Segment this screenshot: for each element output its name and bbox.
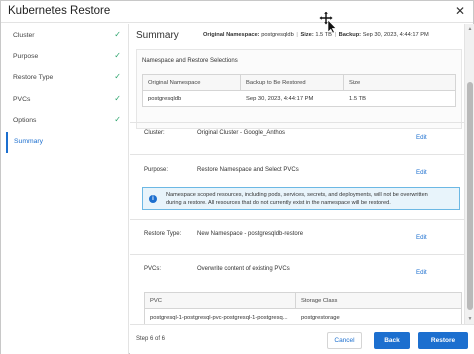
check-icon: ✓ <box>114 30 121 39</box>
backup-label: Backup: <box>338 32 362 38</box>
step-restore-type[interactable]: Restore Type ✓ <box>6 68 129 89</box>
column-header: PVC <box>145 293 295 309</box>
dialog-title: Kubernetes Restore <box>8 5 111 17</box>
divider <box>130 219 464 220</box>
restore-type-value: New Namespace - postgresqldb-restore <box>197 231 304 237</box>
edit-pvcs-link[interactable]: Edit <box>416 269 427 276</box>
pvc-table: PVC Storage Class postgresql-1-postgresq… <box>144 292 462 324</box>
size-label: Size: <box>300 32 314 38</box>
scroll-up-icon[interactable]: ▲ <box>465 25 474 33</box>
table-cell: postgresql-1-postgresql-pvc-postgresql-1… <box>150 315 288 321</box>
check-icon: ✓ <box>114 51 121 60</box>
table-cell: Sep 30, 2023, 4:44:17 PM <box>246 96 314 102</box>
cluster-value: Original Cluster - Google_Anthos <box>197 130 286 136</box>
step-label: PVCs <box>13 96 31 103</box>
check-icon: ✓ <box>114 115 121 124</box>
section-heading: Namespace and Restore Selections <box>142 58 238 64</box>
purpose-value: Restore Namespace and Select PVCs <box>197 167 299 173</box>
move-cursor-icon <box>319 11 337 33</box>
kubernetes-restore-dialog: Kubernetes Restore ✕ Cluster ✓ Purpose ✓… <box>0 0 474 354</box>
step-indicator: Step 6 of 6 <box>136 336 166 342</box>
original-namespace-value: postgresqldb <box>261 32 294 38</box>
divider <box>130 154 464 155</box>
column-header: Storage Class <box>296 293 461 309</box>
step-label: Purpose <box>13 53 39 60</box>
info-line: during a restore. All resources that do … <box>166 200 391 206</box>
divider <box>130 122 464 123</box>
summary-content: Summary Original Namespace: postgresqldb… <box>130 24 464 324</box>
wizard-steps-sidebar: Cluster ✓ Purpose ✓ Restore Type ✓ PVCs … <box>1 24 129 354</box>
edit-cluster-link[interactable]: Edit <box>416 134 427 141</box>
original-namespace-label: Original Namespace: <box>203 32 260 38</box>
page-title: Summary <box>136 30 179 41</box>
cluster-label: Cluster: <box>144 130 165 136</box>
back-button[interactable]: Back <box>374 332 410 349</box>
summary-header: Summary Original Namespace: postgresqldb… <box>136 30 462 44</box>
title-bar: Kubernetes Restore ✕ <box>1 1 473 23</box>
step-label: Options <box>13 117 37 124</box>
table-cell: 1.5 TB <box>349 96 366 102</box>
summary-meta: Original Namespace: postgresqldb | Size:… <box>203 32 429 38</box>
edit-restore-type-link[interactable]: Edit <box>416 234 427 241</box>
content-scrollbar[interactable]: ▲ ▼ <box>464 24 474 324</box>
check-icon: ✓ <box>114 94 121 103</box>
pvcs-label: PVCs: <box>144 266 162 272</box>
step-label: Cluster <box>13 32 35 39</box>
close-icon[interactable]: ✕ <box>453 4 467 18</box>
step-label: Summary <box>14 138 44 145</box>
column-header: Original Namespace <box>143 75 240 91</box>
scroll-down-icon[interactable]: ▼ <box>465 315 474 323</box>
step-cluster[interactable]: Cluster ✓ <box>6 26 129 47</box>
divider <box>130 254 464 255</box>
info-icon: i <box>149 195 157 203</box>
info-message: Namespace scoped resources, including po… <box>166 191 456 207</box>
step-options[interactable]: Options ✓ <box>6 111 129 132</box>
namespace-table: Original Namespace Backup to Be Restored… <box>142 74 456 107</box>
cancel-button[interactable]: Cancel <box>327 332 362 349</box>
column-header: Backup to Be Restored <box>241 75 343 91</box>
step-summary[interactable]: Summary <box>6 132 129 153</box>
column-header: Size <box>344 75 455 91</box>
table-cell: postgresqldb <box>148 96 182 102</box>
purpose-label: Purpose: <box>144 167 169 173</box>
backup-value: Sep 30, 2023, 4:44:17 PM <box>362 32 429 38</box>
restore-type-label: Restore Type: <box>144 231 182 237</box>
pvcs-value: Overwrite content of existing PVCs <box>197 266 290 272</box>
namespace-selections-panel: Namespace and Restore Selections Origina… <box>136 49 462 129</box>
step-label: Restore Type <box>13 74 54 81</box>
info-banner: i Namespace scoped resources, including … <box>142 187 460 210</box>
step-pvcs[interactable]: PVCs ✓ <box>6 90 129 111</box>
restore-button[interactable]: Restore <box>418 332 468 349</box>
step-purpose[interactable]: Purpose ✓ <box>6 47 129 68</box>
table-cell: postgrestorage <box>301 315 340 321</box>
info-line: Namespace scoped resources, including po… <box>166 192 428 198</box>
check-icon: ✓ <box>114 72 121 81</box>
wizard-footer: Step 6 of 6 Cancel Back Restore <box>130 324 474 354</box>
scroll-thumb[interactable] <box>467 82 473 310</box>
edit-purpose-link[interactable]: Edit <box>416 169 427 176</box>
